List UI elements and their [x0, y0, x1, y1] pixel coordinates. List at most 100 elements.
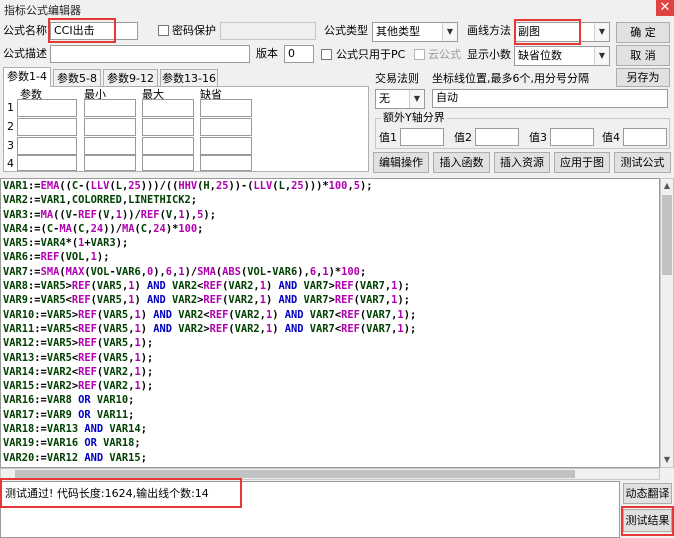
version-label: 版本 [256, 47, 278, 60]
yaxis-value1-label: 值1 [379, 131, 397, 144]
dynamic-translate-button[interactable]: 动态翻译 [623, 483, 672, 504]
param-min-input[interactable] [84, 99, 136, 117]
apply-to-chart-button[interactable]: 应用于图 [554, 152, 610, 173]
tab-params-5-8[interactable]: 参数5-8 [53, 69, 101, 87]
param-min-input[interactable] [84, 155, 136, 171]
edit-ops-button[interactable]: 编辑操作 [373, 152, 429, 173]
test-result-button[interactable]: 测试结果 [623, 509, 672, 532]
param-row-index: 4 [7, 157, 14, 170]
output-panel: 测试通过! 代码长度:1624,输出线个数:14 [0, 481, 620, 538]
param-row-index: 1 [7, 101, 14, 114]
code-line: VAR6:=REF(VOL,1); [3, 251, 110, 264]
code-line: VAR10:=VAR5>REF(VAR5,1) AND VAR2<REF(VAR… [3, 308, 417, 321]
window-title: 指标公式编辑器 [4, 4, 81, 17]
scroll-thumb[interactable] [662, 195, 672, 275]
param-min-input[interactable] [84, 118, 136, 136]
param-default-input[interactable] [200, 137, 252, 155]
formula-type-value: 其他类型 [376, 25, 420, 38]
param-row-index: 3 [7, 139, 14, 152]
code-line: VAR5:=VAR4*(1+VAR3); [3, 237, 129, 250]
param-default-input[interactable] [200, 118, 252, 136]
yaxis-value4-input[interactable] [623, 128, 667, 146]
code-line: VAR9:=VAR5<REF(VAR5,1) AND VAR2>REF(VAR2… [3, 294, 410, 307]
param-default-input[interactable] [200, 99, 252, 117]
code-line: VAR20:=VAR12 AND VAR15; [3, 451, 147, 464]
formula-desc-input[interactable] [50, 45, 250, 63]
params-panel: 参数 最小 最大 缺省 1 2 3 4 [3, 86, 369, 172]
code-line: VAR8:=VAR5>REF(VAR5,1) AND VAR2<REF(VAR2… [3, 280, 410, 293]
yaxis-value1-input[interactable] [400, 128, 444, 146]
code-line: VAR13:=VAR5<REF(VAR5,1); [3, 351, 154, 364]
scroll-down-icon[interactable]: ▼ [661, 453, 673, 467]
decimals-label: 显示小数 [467, 48, 511, 61]
tab-params-13-16[interactable]: 参数13-16 [160, 69, 218, 87]
ok-button[interactable]: 确 定 [616, 22, 670, 43]
param-row-index: 2 [7, 120, 14, 133]
insert-resource-button[interactable]: 插入资源 [494, 152, 550, 173]
password-label: 密码保护 [172, 24, 216, 37]
param-default-input[interactable] [200, 155, 252, 171]
trade-rule-value: 无 [379, 92, 390, 105]
formula-type-label: 公式类型 [324, 24, 368, 37]
yaxis-value2-label: 值2 [454, 131, 472, 144]
draw-method-value: 副图 [518, 25, 540, 38]
param-min-input[interactable] [84, 137, 136, 155]
yaxis-value3-label: 值3 [529, 131, 547, 144]
cancel-button[interactable]: 取 消 [616, 45, 670, 66]
coord-lines-input[interactable]: 自动 [432, 89, 668, 108]
code-line: VAR3:=MA((V-REF(V,1))/REF(V,1),5); [3, 208, 216, 221]
yaxis-value3-input[interactable] [550, 128, 594, 146]
pc-only-label: 公式只用于PC [336, 48, 406, 61]
test-formula-button[interactable]: 测试公式 [614, 152, 671, 173]
hscroll-thumb[interactable] [15, 470, 575, 478]
version-input[interactable]: 0 [284, 45, 314, 63]
code-line: VAR11:=VAR5<REF(VAR5,1) AND VAR2>REF(VAR… [3, 322, 417, 335]
yaxis-value4-label: 值4 [602, 131, 620, 144]
code-line: VAR12:=VAR5>REF(VAR5,1); [3, 337, 154, 350]
trade-rule-select[interactable]: 无 ▼ [375, 89, 425, 109]
coord-lines-label: 坐标线位置,最多6个,用分号分隔 [432, 72, 589, 85]
output-text: 测试通过! 代码长度:1624,输出线个数:14 [5, 487, 209, 500]
trade-rule-label: 交易法则 [375, 72, 419, 85]
scroll-up-icon[interactable]: ▲ [661, 179, 673, 193]
formula-name-input[interactable]: CCI出击 [50, 22, 138, 40]
param-max-input[interactable] [142, 99, 194, 117]
insert-function-button[interactable]: 插入函数 [433, 152, 490, 173]
horizontal-scrollbar[interactable] [0, 468, 660, 480]
code-line: VAR19:=VAR16 OR VAR18; [3, 437, 141, 450]
pc-only-checkbox[interactable] [321, 49, 332, 60]
code-editor[interactable]: VAR1:=EMA((C-(LLV(L,25)))/((HHV(H,25))-(… [0, 178, 660, 468]
password-input[interactable] [220, 22, 316, 40]
chevron-down-icon: ▼ [594, 47, 609, 65]
yaxis-value2-input[interactable] [475, 128, 519, 146]
param-name-input[interactable] [17, 99, 77, 117]
chevron-down-icon: ▼ [594, 23, 609, 41]
param-max-input[interactable] [142, 118, 194, 136]
decimals-value: 缺省位数 [518, 49, 562, 62]
param-name-input[interactable] [17, 155, 77, 171]
decimals-select[interactable]: 缺省位数 ▼ [514, 46, 610, 66]
param-max-input[interactable] [142, 137, 194, 155]
code-line: VAR14:=VAR2<REF(VAR2,1); [3, 365, 154, 378]
password-checkbox[interactable] [158, 25, 169, 36]
close-icon[interactable]: ✕ [656, 0, 674, 16]
formula-type-select[interactable]: 其他类型 ▼ [372, 22, 458, 42]
save-as-button[interactable]: 另存为 [616, 68, 670, 87]
code-line: VAR17:=VAR9 OR VAR11; [3, 408, 135, 421]
code-line: VAR4:=(C-MA(C,24))/MA(C,24)*100; [3, 222, 204, 235]
formula-name-label: 公式名称 [3, 24, 47, 37]
param-max-input[interactable] [142, 155, 194, 171]
draw-method-select[interactable]: 副图 ▼ [514, 22, 610, 42]
param-name-input[interactable] [17, 118, 77, 136]
formula-desc-label: 公式描述 [3, 47, 47, 60]
vertical-scrollbar[interactable]: ▲ ▼ [660, 178, 674, 468]
tab-params-1-4[interactable]: 参数1-4 [3, 67, 51, 87]
code-line: VAR1:=EMA((C-(LLV(L,25)))/((HHV(H,25))-(… [3, 180, 373, 192]
cloud-formula-checkbox[interactable] [414, 49, 425, 60]
chevron-down-icon: ▼ [442, 23, 457, 41]
code-line: VAR2:=VAR1,COLORRED,LINETHICK2; [3, 194, 197, 207]
param-name-input[interactable] [17, 137, 77, 155]
tab-params-9-12[interactable]: 参数9-12 [103, 69, 158, 87]
draw-method-label: 画线方法 [467, 24, 511, 37]
yaxis-label: 额外Y轴分界 [381, 111, 447, 125]
